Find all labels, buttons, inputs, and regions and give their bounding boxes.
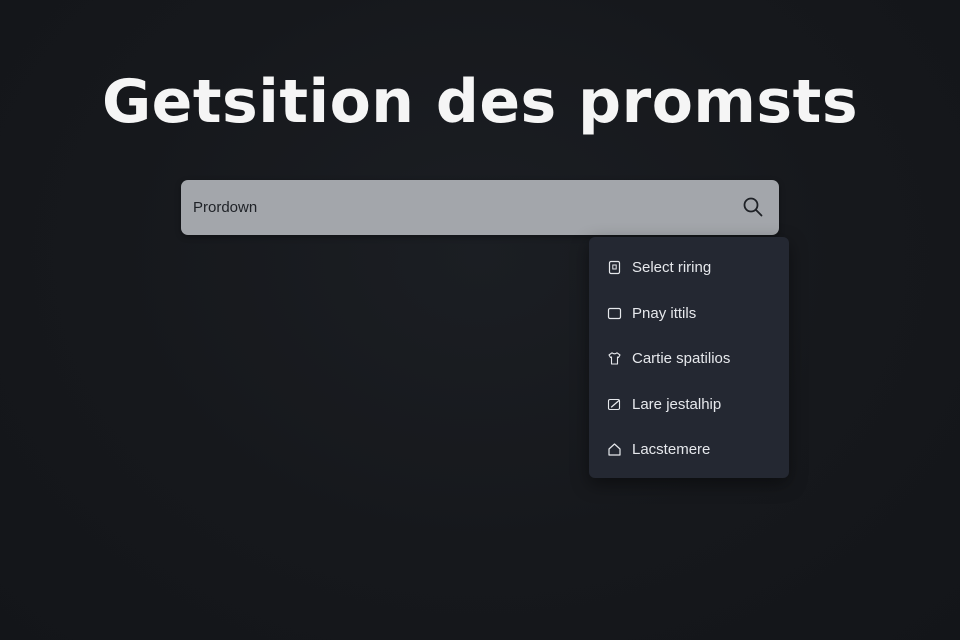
dropdown-item-label: Pnay ittils	[632, 304, 697, 322]
dropdown-item-select-riring[interactable]: Select riring	[589, 245, 789, 291]
edit-icon	[607, 397, 622, 412]
dropdown-item-lare-jestalhip[interactable]: Lare jestalhip	[589, 382, 789, 428]
document-lock-icon	[607, 260, 622, 275]
dropdown-item-label: Lare jestalhip	[632, 395, 722, 413]
dropdown-item-pnay-ittils[interactable]: Pnay ittils	[589, 291, 789, 337]
app-window: Getsition des promsts Select riring	[0, 0, 960, 640]
dropdown-item-label: Cartie spatilios	[632, 350, 731, 368]
page-title: Getsition des promsts	[101, 67, 859, 137]
search-bar[interactable]	[181, 180, 779, 235]
dropdown-item-cartie-spatilios[interactable]: Cartie spatilios	[589, 336, 789, 382]
shirt-icon	[607, 351, 622, 366]
dropdown-item-label: Select riring	[632, 259, 712, 277]
home-icon	[607, 442, 622, 457]
folder-icon	[607, 306, 622, 321]
search-input[interactable]	[181, 180, 721, 235]
search-icon[interactable]	[742, 196, 764, 218]
dropdown-menu: Select riring Pnay ittils Cartie spatili…	[589, 237, 789, 478]
dropdown-item-lacstemere[interactable]: Lacstemere	[589, 427, 789, 473]
dropdown-item-label: Lacstemere	[632, 441, 711, 459]
